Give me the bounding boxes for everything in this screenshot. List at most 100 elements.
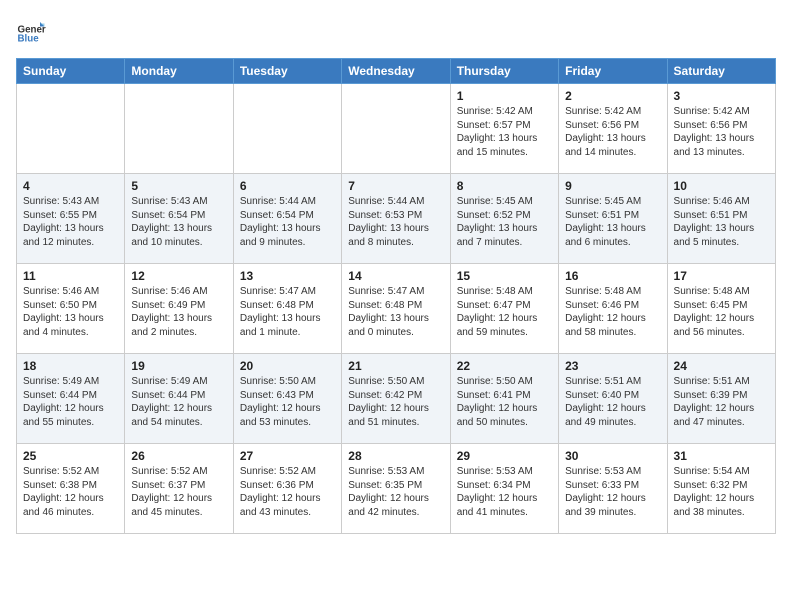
header-monday: Monday [125,59,233,84]
day-info: Sunrise: 5:49 AM Sunset: 6:44 PM Dayligh… [23,375,118,429]
week-row-5: 25 Sunrise: 5:52 AM Sunset: 6:38 PM Dayli… [17,444,776,534]
day-info: Sunrise: 5:51 AM Sunset: 6:40 PM Dayligh… [565,375,660,429]
day-cell: 16 Sunrise: 5:48 AM Sunset: 6:46 PM Dayli… [559,264,667,354]
day-info: Sunrise: 5:54 AM Sunset: 6:32 PM Dayligh… [674,465,769,519]
week-row-1: 1 Sunrise: 5:42 AM Sunset: 6:57 PM Daylig… [17,84,776,174]
day-number: 16 [565,269,660,283]
day-info: Sunrise: 5:47 AM Sunset: 6:48 PM Dayligh… [240,285,335,339]
calendar-header-row: SundayMondayTuesdayWednesdayThursdayFrid… [17,59,776,84]
day-cell: 22Sunrise: 5:50 AM Sunset: 6:41 PM Dayli… [450,354,558,444]
day-info: Sunrise: 5:48 AM Sunset: 6:46 PM Dayligh… [565,285,660,339]
day-cell: 18 Sunrise: 5:49 AM Sunset: 6:44 PM Dayli… [17,354,125,444]
week-row-2: 4Sunrise: 5:43 AM Sunset: 6:55 PM Daylig… [17,174,776,264]
day-cell: 30 Sunrise: 5:53 AM Sunset: 6:33 PM Dayli… [559,444,667,534]
day-cell: 26 Sunrise: 5:52 AM Sunset: 6:37 PM Dayli… [125,444,233,534]
day-cell: 21 Sunrise: 5:50 AM Sunset: 6:42 PM Dayli… [342,354,450,444]
day-number: 8 [457,179,552,193]
day-number: 18 [23,359,118,373]
day-cell: 1 Sunrise: 5:42 AM Sunset: 6:57 PM Daylig… [450,84,558,174]
day-info: Sunrise: 5:53 AM Sunset: 6:34 PM Dayligh… [457,465,552,519]
day-info: Sunrise: 5:50 AM Sunset: 6:43 PM Dayligh… [240,375,335,429]
day-info: Sunrise: 5:52 AM Sunset: 6:38 PM Dayligh… [23,465,118,519]
day-number: 31 [674,449,769,463]
day-number: 7 [348,179,443,193]
svg-text:Blue: Blue [18,34,40,45]
day-number: 29 [457,449,552,463]
logo: General Blue [16,16,50,46]
day-info: Sunrise: 5:52 AM Sunset: 6:37 PM Dayligh… [131,465,226,519]
day-number: 13 [240,269,335,283]
day-cell [233,84,341,174]
day-info: Sunrise: 5:42 AM Sunset: 6:57 PM Dayligh… [457,105,552,159]
day-info: Sunrise: 5:48 AM Sunset: 6:47 PM Dayligh… [457,285,552,339]
day-info: Sunrise: 5:42 AM Sunset: 6:56 PM Dayligh… [565,105,660,159]
day-cell: 19 Sunrise: 5:49 AM Sunset: 6:44 PM Dayli… [125,354,233,444]
day-number: 23 [565,359,660,373]
day-info: Sunrise: 5:46 AM Sunset: 6:49 PM Dayligh… [131,285,226,339]
day-number: 25 [23,449,118,463]
logo-icon: General Blue [16,16,46,46]
day-info: Sunrise: 5:45 AM Sunset: 6:52 PM Dayligh… [457,195,552,249]
day-number: 27 [240,449,335,463]
day-info: Sunrise: 5:52 AM Sunset: 6:36 PM Dayligh… [240,465,335,519]
day-cell: 11 Sunrise: 5:46 AM Sunset: 6:50 PM Dayli… [17,264,125,354]
day-cell: 2Sunrise: 5:42 AM Sunset: 6:56 PM Daylig… [559,84,667,174]
day-cell: 6 Sunrise: 5:44 AM Sunset: 6:54 PM Daylig… [233,174,341,264]
day-info: Sunrise: 5:42 AM Sunset: 6:56 PM Dayligh… [674,105,769,159]
day-number: 11 [23,269,118,283]
day-info: Sunrise: 5:47 AM Sunset: 6:48 PM Dayligh… [348,285,443,339]
week-row-4: 18 Sunrise: 5:49 AM Sunset: 6:44 PM Dayli… [17,354,776,444]
calendar: SundayMondayTuesdayWednesdayThursdayFrid… [16,58,776,534]
day-number: 6 [240,179,335,193]
day-number: 21 [348,359,443,373]
day-cell: 12 Sunrise: 5:46 AM Sunset: 6:49 PM Dayli… [125,264,233,354]
day-cell: 24Sunrise: 5:51 AM Sunset: 6:39 PM Dayli… [667,354,775,444]
day-info: Sunrise: 5:44 AM Sunset: 6:54 PM Dayligh… [240,195,335,249]
day-cell: 8 Sunrise: 5:45 AM Sunset: 6:52 PM Daylig… [450,174,558,264]
header-thursday: Thursday [450,59,558,84]
day-cell: 25 Sunrise: 5:52 AM Sunset: 6:38 PM Dayli… [17,444,125,534]
day-info: Sunrise: 5:48 AM Sunset: 6:45 PM Dayligh… [674,285,769,339]
day-number: 28 [348,449,443,463]
day-number: 26 [131,449,226,463]
day-info: Sunrise: 5:43 AM Sunset: 6:54 PM Dayligh… [131,195,226,249]
day-cell: 28 Sunrise: 5:53 AM Sunset: 6:35 PM Dayli… [342,444,450,534]
header-saturday: Saturday [667,59,775,84]
day-number: 10 [674,179,769,193]
day-info: Sunrise: 5:46 AM Sunset: 6:51 PM Dayligh… [674,195,769,249]
day-cell [125,84,233,174]
day-info: Sunrise: 5:53 AM Sunset: 6:33 PM Dayligh… [565,465,660,519]
day-number: 17 [674,269,769,283]
day-number: 22 [457,359,552,373]
day-info: Sunrise: 5:49 AM Sunset: 6:44 PM Dayligh… [131,375,226,429]
day-cell: 27 Sunrise: 5:52 AM Sunset: 6:36 PM Dayli… [233,444,341,534]
day-number: 14 [348,269,443,283]
day-cell [17,84,125,174]
day-number: 1 [457,89,552,103]
day-cell [342,84,450,174]
day-number: 20 [240,359,335,373]
day-number: 15 [457,269,552,283]
day-number: 5 [131,179,226,193]
day-info: Sunrise: 5:53 AM Sunset: 6:35 PM Dayligh… [348,465,443,519]
day-number: 19 [131,359,226,373]
day-info: Sunrise: 5:50 AM Sunset: 6:42 PM Dayligh… [348,375,443,429]
day-info: Sunrise: 5:44 AM Sunset: 6:53 PM Dayligh… [348,195,443,249]
day-number: 12 [131,269,226,283]
day-info: Sunrise: 5:43 AM Sunset: 6:55 PM Dayligh… [23,195,118,249]
day-info: Sunrise: 5:46 AM Sunset: 6:50 PM Dayligh… [23,285,118,339]
header-sunday: Sunday [17,59,125,84]
day-info: Sunrise: 5:51 AM Sunset: 6:39 PM Dayligh… [674,375,769,429]
day-cell: 20 Sunrise: 5:50 AM Sunset: 6:43 PM Dayli… [233,354,341,444]
day-number: 30 [565,449,660,463]
header-friday: Friday [559,59,667,84]
day-cell: 15 Sunrise: 5:48 AM Sunset: 6:47 PM Dayli… [450,264,558,354]
day-number: 9 [565,179,660,193]
day-cell: 14 Sunrise: 5:47 AM Sunset: 6:48 PM Dayli… [342,264,450,354]
week-row-3: 11 Sunrise: 5:46 AM Sunset: 6:50 PM Dayli… [17,264,776,354]
day-cell: 17 Sunrise: 5:48 AM Sunset: 6:45 PM Dayli… [667,264,775,354]
day-cell: 7 Sunrise: 5:44 AM Sunset: 6:53 PM Daylig… [342,174,450,264]
day-cell: 23 Sunrise: 5:51 AM Sunset: 6:40 PM Dayli… [559,354,667,444]
day-cell: 10 Sunrise: 5:46 AM Sunset: 6:51 PM Dayli… [667,174,775,264]
day-cell: 13 Sunrise: 5:47 AM Sunset: 6:48 PM Dayli… [233,264,341,354]
